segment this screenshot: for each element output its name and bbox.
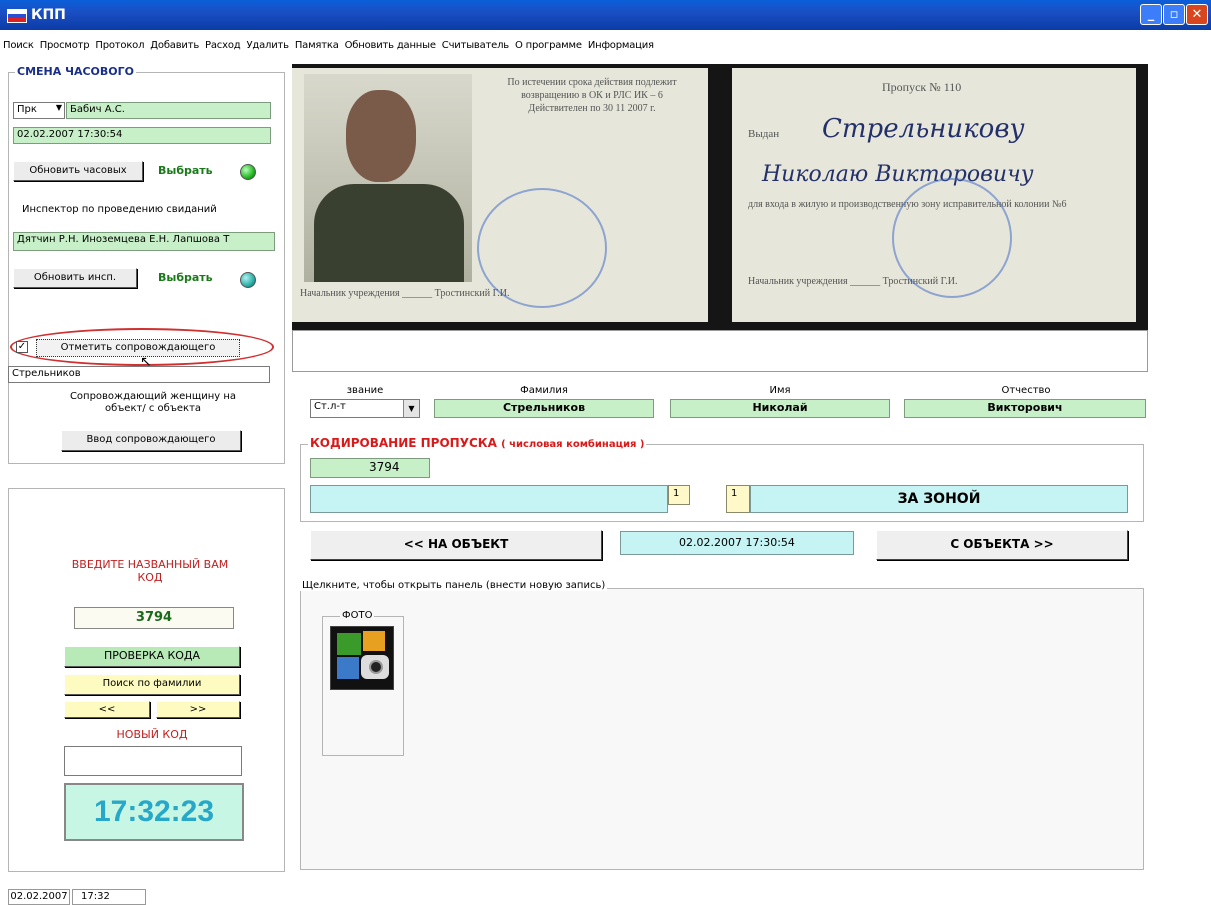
- rank-value: Ст.л-т: [314, 401, 346, 412]
- pass-right-page: Пропуск № 110 Выдан Стрельникову Николаю…: [732, 68, 1136, 322]
- face-shape: [346, 90, 416, 182]
- pass-left-page: По истечении срока действия подлежит воз…: [292, 68, 708, 322]
- close-button[interactable]: ✕: [1186, 4, 1208, 25]
- coding-subtitle: ( числовая комбинация ): [501, 439, 645, 450]
- menu-search[interactable]: Поиск: [0, 40, 37, 51]
- escort-checkbox[interactable]: ✓: [16, 341, 28, 353]
- pass-card-image: По истечении срока действия подлежит воз…: [292, 64, 1148, 330]
- new-code-label: НОВЫЙ КОД: [116, 728, 188, 741]
- zone-status-field: ЗА ЗОНОЙ: [750, 485, 1128, 513]
- next-button[interactable]: >>: [156, 701, 240, 718]
- status-date: 02.02.2007: [8, 889, 70, 905]
- menu-memo[interactable]: Памятка: [292, 40, 342, 51]
- issued-surname: Стрельникову: [822, 114, 1025, 144]
- status-indicator-icon: [240, 272, 256, 288]
- refresh-inspectors-button[interactable]: Обновить инсп.: [13, 268, 137, 288]
- patronymic-field[interactable]: Викторович: [904, 399, 1146, 418]
- menu-view[interactable]: Просмотр: [37, 40, 93, 51]
- person-photo: [304, 74, 472, 282]
- menu-info[interactable]: Информация: [585, 40, 657, 51]
- menu-reader[interactable]: Считыватель: [439, 40, 512, 51]
- to-object-button[interactable]: << НА ОБЪЕКТ: [310, 530, 602, 560]
- app-flag-icon: [7, 9, 27, 23]
- guard-name-field[interactable]: Бабич А.С.: [66, 102, 271, 119]
- maximize-button[interactable]: ▫: [1163, 4, 1185, 25]
- select-inspector-link[interactable]: Выбрать: [158, 271, 213, 284]
- surname-header: Фамилия: [520, 385, 568, 396]
- pass-code-field[interactable]: 3794: [310, 458, 430, 478]
- chevron-down-icon[interactable]: ▼: [403, 400, 419, 417]
- coding-legend: КОДИРОВАНИЕ ПРОПУСКА ( числовая комбинац…: [308, 436, 647, 450]
- counter-field-1[interactable]: 1: [668, 485, 690, 505]
- scan-strip: [292, 330, 1148, 372]
- search-surname-button[interactable]: Поиск по фамилии: [64, 674, 240, 695]
- coding-title: КОДИРОВАНИЕ ПРОПУСКА: [310, 436, 497, 450]
- rank-select-value: Прк: [17, 104, 37, 115]
- shift-datetime-field[interactable]: 02.02.2007 17:30:54: [13, 127, 271, 144]
- surname-field[interactable]: Стрельников: [434, 399, 654, 418]
- title-bar: КПП _ ▫ ✕: [0, 0, 1211, 30]
- event-datetime-field: 02.02.2007 17:30:54: [620, 531, 854, 555]
- from-object-button[interactable]: С ОБЪЕКТА >>: [876, 530, 1128, 560]
- rank-select[interactable]: Ст.л-т ▼: [310, 399, 420, 418]
- inspectors-field[interactable]: Дятчин Р.Н. Иноземцева Е.Н. Лапшова Т: [13, 232, 275, 251]
- name-field[interactable]: Николай: [670, 399, 890, 418]
- prev-button[interactable]: <<: [64, 701, 150, 718]
- check-code-button[interactable]: ПРОВЕРКА КОДА: [64, 646, 240, 667]
- menu-about[interactable]: О программе: [512, 40, 585, 51]
- status-time: 17:32: [72, 889, 146, 905]
- menu-protocol[interactable]: Протокол: [92, 40, 147, 51]
- rank-select[interactable]: Прк ▼: [13, 102, 65, 119]
- inspector-label: Инспектор по проведению свиданий: [22, 204, 217, 215]
- uniform-shape: [314, 184, 464, 282]
- patronymic-header: Отчество: [1001, 385, 1051, 396]
- window-title: КПП: [31, 7, 66, 23]
- status-indicator-icon: [240, 164, 256, 180]
- menu-delete[interactable]: Удалить: [243, 40, 291, 51]
- records-frame[interactable]: [300, 588, 1144, 870]
- name-header: Имя: [769, 385, 791, 396]
- issued-names: Николаю Викторовичу: [762, 162, 1034, 187]
- menu-bar: Поиск Просмотр Протокол Добавить Расход Удали…: [0, 38, 1211, 56]
- pass-number: Пропуск № 110: [882, 80, 962, 94]
- left-footer-text: Начальник учреждения ______ Тростинский …: [300, 288, 510, 299]
- select-guard-link[interactable]: Выбрать: [158, 164, 213, 177]
- guard-shift-legend: СМЕНА ЧАСОВОГО: [15, 65, 137, 78]
- menu-refresh-data[interactable]: Обновить данные: [342, 40, 439, 51]
- enter-escort-button[interactable]: Ввод сопровождающего: [61, 430, 241, 451]
- photo-camera-icon[interactable]: [330, 626, 394, 690]
- code-prompt: ВВЕДИТЕ НАЗВАННЫЙ ВАМ КОД: [71, 558, 229, 584]
- menu-expense[interactable]: Расход: [202, 40, 243, 51]
- pass-validity-text: По истечении срока действия подлежит воз…: [507, 77, 677, 114]
- reader-field[interactable]: [310, 485, 668, 513]
- escort-note: Сопровождающий женщину на объект/ с объе…: [69, 391, 237, 414]
- counter-field-2[interactable]: 1: [726, 485, 750, 513]
- escort-name-field[interactable]: Стрельников: [8, 366, 270, 383]
- code-input[interactable]: 3794: [74, 607, 234, 629]
- issued-label: Выдан: [748, 128, 780, 140]
- right-footer-text: Начальник учреждения ______ Тростинский …: [748, 276, 958, 287]
- refresh-guards-button[interactable]: Обновить часовых: [13, 161, 143, 181]
- chevron-down-icon: ▼: [55, 103, 62, 112]
- photo-legend: ФОТО: [340, 610, 375, 621]
- clock-display: 17:32:23: [64, 783, 244, 841]
- rank-header: звание: [346, 385, 384, 396]
- minimize-button[interactable]: _: [1140, 4, 1162, 25]
- records-hint: Щелкните, чтобы открыть панель (внести н…: [300, 580, 608, 591]
- menu-add[interactable]: Добавить: [147, 40, 202, 51]
- mark-escort-button[interactable]: Отметить сопровождающего: [36, 339, 240, 357]
- new-code-field[interactable]: [64, 746, 242, 776]
